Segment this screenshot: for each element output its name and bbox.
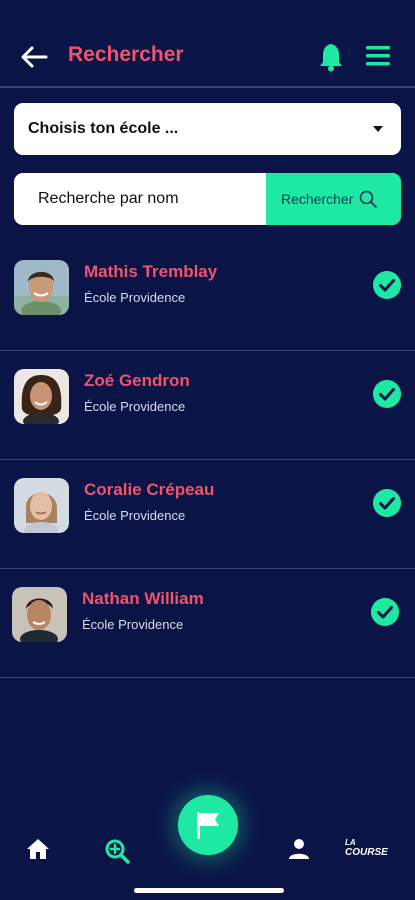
student-list: Mathis Tremblay École Providence Zoé Gen… xyxy=(0,242,415,678)
student-school: École Providence xyxy=(84,399,186,414)
student-name: Coralie Crépeau xyxy=(84,480,215,499)
page-title: Rechercher xyxy=(68,43,184,66)
home-indicator xyxy=(134,888,284,893)
school-select[interactable]: Choisis ton école ... xyxy=(14,103,401,155)
flag-button[interactable] xyxy=(178,795,238,855)
back-arrow-icon[interactable] xyxy=(20,44,48,70)
check-icon[interactable] xyxy=(373,489,401,517)
list-item[interactable]: Mathis Tremblay École Providence xyxy=(0,242,415,351)
home-icon[interactable] xyxy=(26,838,50,860)
bell-icon[interactable] xyxy=(318,42,344,72)
check-icon[interactable] xyxy=(373,380,401,408)
avatar xyxy=(14,478,69,533)
student-name: Mathis Tremblay xyxy=(84,262,218,281)
search-bar: Rechercher xyxy=(14,173,401,225)
logo-line-2: COURSE xyxy=(345,847,388,858)
menu-icon[interactable] xyxy=(366,45,390,67)
student-name: Zoé Gendron xyxy=(84,371,190,390)
check-icon[interactable] xyxy=(373,271,401,299)
avatar xyxy=(14,260,69,315)
list-item[interactable]: Coralie Crépeau École Providence xyxy=(0,460,415,569)
search-button[interactable]: Rechercher xyxy=(266,173,401,225)
header: Rechercher xyxy=(0,0,415,90)
search-input[interactable] xyxy=(14,173,266,225)
la-course-logo[interactable]: LA COURSE xyxy=(345,838,388,858)
avatar xyxy=(12,587,67,642)
student-name: Nathan William xyxy=(82,589,204,608)
check-icon[interactable] xyxy=(371,598,399,626)
user-icon[interactable] xyxy=(288,838,310,860)
header-divider xyxy=(0,86,415,88)
avatar xyxy=(14,369,69,424)
caret-down-icon xyxy=(373,126,383,132)
search-button-label: Rechercher xyxy=(281,191,354,207)
search-icon xyxy=(360,190,378,208)
list-item[interactable]: Nathan William École Providence xyxy=(0,569,415,678)
search-add-icon[interactable] xyxy=(104,838,130,864)
student-school: École Providence xyxy=(84,508,186,523)
student-school: École Providence xyxy=(82,617,184,632)
student-school: École Providence xyxy=(84,290,186,305)
list-item[interactable]: Zoé Gendron École Providence xyxy=(0,351,415,460)
school-select-value: Choisis ton école ... xyxy=(28,120,179,137)
